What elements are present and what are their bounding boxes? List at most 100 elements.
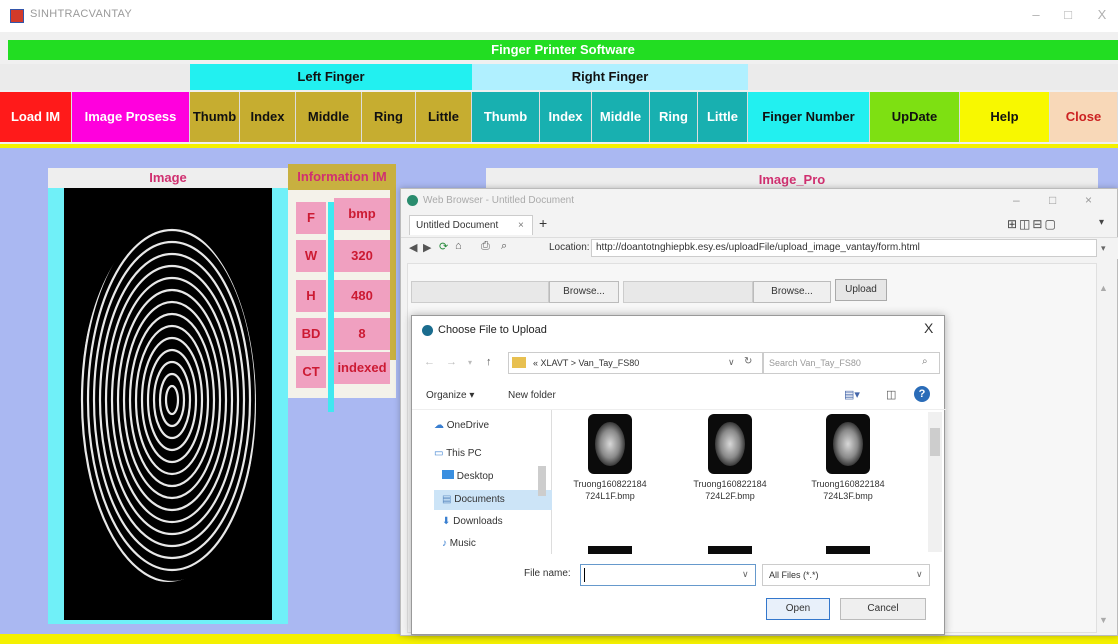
content-scroll-down-icon[interactable]: ▼ <box>1099 615 1108 625</box>
left-thumb-button[interactable]: Thumb <box>190 92 240 142</box>
navigation-tree <box>418 410 552 554</box>
location-field[interactable]: http://doantotnghiepbk.esy.es/uploadFile… <box>591 239 1097 257</box>
print-icon[interactable]: ⎙ <box>481 240 490 253</box>
browser-tab-label: Untitled Document <box>416 220 499 231</box>
browser-maximize-icon[interactable]: □ <box>1049 193 1056 207</box>
browse-button-2[interactable]: Browse... <box>753 281 831 303</box>
file-thumbnail-partial[interactable] <box>588 546 632 554</box>
dialog-search-input[interactable]: Search Van_Tay_FS80 <box>762 352 940 374</box>
right-ring-button[interactable]: Ring <box>650 92 698 142</box>
right-thumb-button[interactable]: Thumb <box>472 92 540 142</box>
refresh-icon[interactable]: ⟳ <box>439 240 448 253</box>
nav-recent-icon[interactable]: ▾ <box>468 358 472 367</box>
tab-close-icon[interactable]: × <box>518 216 524 236</box>
dialog-title: Choose File to Upload <box>438 324 547 336</box>
file-thumbnail-partial[interactable] <box>708 546 752 554</box>
right-index-button[interactable]: Index <box>540 92 592 142</box>
file-field-1[interactable] <box>411 281 549 303</box>
path-refresh-icon[interactable]: ↻ <box>744 356 752 367</box>
content-scroll-up-icon[interactable]: ▲ <box>1099 283 1108 293</box>
app-icon <box>10 9 24 23</box>
cancel-button[interactable]: Cancel <box>840 598 926 620</box>
new-tab-button[interactable]: + <box>539 215 547 231</box>
right-middle-button[interactable]: Middle <box>592 92 650 142</box>
dialog-close-icon[interactable]: X <box>924 320 933 336</box>
tree-item-onedrive[interactable]: ☁ OneDrive <box>434 420 489 431</box>
software-title: Finger Printer Software <box>8 40 1118 60</box>
tree-scroll-thumb[interactable] <box>538 466 546 496</box>
nav-forward-icon[interactable]: → <box>446 356 457 368</box>
upload-button[interactable]: Upload <box>835 279 887 301</box>
browse-button-1[interactable]: Browse... <box>549 281 619 303</box>
left-ring-button[interactable]: Ring <box>362 92 416 142</box>
image-process-button[interactable]: Image Prosess <box>72 92 190 142</box>
help-icon[interactable]: ? <box>914 386 930 402</box>
info-value-colortype: indexed <box>334 352 390 384</box>
home-icon[interactable]: ⌂ <box>455 240 462 252</box>
browser-minimize-icon[interactable]: – <box>1013 193 1020 207</box>
file-thumbnail-partial[interactable] <box>826 546 870 554</box>
filetype-dropdown-icon[interactable]: ∨ <box>916 569 923 580</box>
left-middle-button[interactable]: Middle <box>296 92 362 142</box>
minimize-button[interactable]: – <box>1028 6 1044 24</box>
tree-item-thispc[interactable]: ▭ This PC <box>434 448 482 459</box>
open-button[interactable]: Open <box>766 598 830 620</box>
search-icon: ⌕ <box>922 356 928 367</box>
load-im-button[interactable]: Load IM <box>0 92 72 142</box>
filetype-select[interactable]: All Files (*.*) <box>762 564 930 586</box>
file-name-1[interactable]: Truong160822184 724L1F.bmp <box>560 478 660 502</box>
filename-input[interactable] <box>580 564 756 586</box>
help-button[interactable]: Help <box>960 92 1050 142</box>
path-breadcrumb[interactable]: « XLAVT > Van_Tay_FS80 <box>508 352 764 374</box>
right-little-button[interactable]: Little <box>698 92 748 142</box>
file-dialog: Choose File to Upload X ← → ▾ ↑ « XLAVT … <box>411 315 946 635</box>
layout-icons[interactable]: ⊞◫⊟▢ <box>1007 217 1058 231</box>
browser-globe-icon <box>407 195 418 206</box>
info-label-width: W <box>296 240 326 272</box>
left-finger-header: Left Finger <box>190 64 472 90</box>
file-name-3[interactable]: Truong160822184 724L3F.bmp <box>798 478 898 502</box>
back-icon[interactable]: ◀ <box>409 241 417 254</box>
left-little-button[interactable]: Little <box>416 92 472 142</box>
preview-pane-icon[interactable]: ◫ <box>886 388 896 401</box>
location-dropdown-icon[interactable]: ▾ <box>1101 243 1106 254</box>
organize-button[interactable]: Organize ▾ <box>426 390 474 401</box>
file-name-1-line1: Truong160822184 <box>573 479 647 489</box>
update-button[interactable]: UpDate <box>870 92 960 142</box>
filename-dropdown-icon[interactable]: ∨ <box>742 569 749 580</box>
left-index-button[interactable]: Index <box>240 92 296 142</box>
filename-label: File name: <box>524 568 571 579</box>
file-thumbnail[interactable] <box>826 414 870 474</box>
new-folder-button[interactable]: New folder <box>508 390 556 401</box>
tree-item-downloads[interactable]: ⬇ Downloads <box>442 516 503 527</box>
close-window-button[interactable]: X <box>1094 6 1110 24</box>
file-thumbnail[interactable] <box>708 414 752 474</box>
tab-menu-icon[interactable]: ▾ <box>1099 217 1104 228</box>
file-thumbnail[interactable] <box>588 414 632 474</box>
browser-tab[interactable]: Untitled Document × <box>409 215 533 235</box>
file-name-3-line2: 724L3F.bmp <box>823 491 873 501</box>
dialog-globe-icon <box>422 325 433 336</box>
maximize-button[interactable]: □ <box>1060 6 1076 24</box>
forward-icon[interactable]: ▶ <box>423 241 431 254</box>
nav-back-icon[interactable]: ← <box>424 356 435 368</box>
text-caret <box>584 568 585 582</box>
finger-number-button[interactable]: Finger Number <box>748 92 870 142</box>
fingerprint-thumbnail-icon <box>595 422 625 466</box>
nav-up-icon[interactable]: ↑ <box>486 356 492 368</box>
tree-item-music[interactable]: ♪ Music <box>442 538 476 552</box>
browser-close-icon[interactable]: × <box>1085 193 1092 207</box>
file-name-1-line2: 724L1F.bmp <box>585 491 635 501</box>
info-value-width: 320 <box>334 240 390 272</box>
tree-item-desktop[interactable]: Desktop <box>442 470 493 482</box>
files-scroll-thumb[interactable] <box>930 428 940 456</box>
path-dropdown-icon[interactable]: ∨ <box>728 357 735 368</box>
tree-item-documents[interactable]: ▤ Documents <box>442 494 505 505</box>
binoculars-icon[interactable]: ⌕ <box>501 240 507 253</box>
file-field-2[interactable] <box>623 281 753 303</box>
info-label-colortype: CT <box>296 356 326 388</box>
file-name-2[interactable]: Truong160822184 724L2F.bmp <box>680 478 780 502</box>
info-value-bitdepth: 8 <box>334 318 390 350</box>
close-button[interactable]: Close <box>1050 92 1118 142</box>
view-options-icon[interactable]: ▤▾ <box>844 388 860 401</box>
